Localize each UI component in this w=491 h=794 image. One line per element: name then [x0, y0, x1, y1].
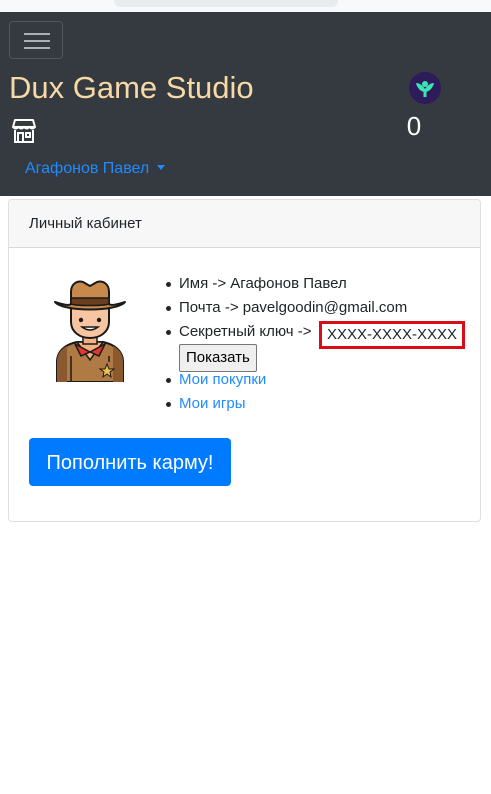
- show-secret-button[interactable]: Показать: [179, 344, 257, 372]
- my-purchases-link[interactable]: Мои покупки: [179, 371, 266, 388]
- name-line: Имя -> Агафонов Павел: [179, 275, 347, 292]
- hamburger-line: [24, 33, 50, 35]
- list-item-email: Почта -> pavelgoodin@gmail.com: [161, 296, 407, 320]
- topup-karma-button[interactable]: Пополнить карму!: [29, 438, 231, 486]
- list-item-name: Имя -> Агафонов Павел: [161, 272, 407, 296]
- store-icon[interactable]: [10, 117, 38, 145]
- navbar-toggler-button[interactable]: [9, 21, 63, 59]
- secret-key-value: XXXX-XXXX-XXXX: [319, 321, 465, 349]
- profile-card: Личный кабинет Имя -> Агафонов Павел Поч…: [8, 199, 481, 522]
- karma-icon[interactable]: [408, 71, 442, 105]
- email-line: Почта -> pavelgoodin@gmail.com: [179, 299, 408, 316]
- hamburger-line: [24, 40, 50, 42]
- secret-key-label: Секретный ключ ->: [179, 323, 312, 340]
- user-dropdown-label: Агафонов Павел: [25, 160, 150, 177]
- address-bar-fragment: [114, 0, 338, 7]
- hamburger-line: [24, 47, 50, 49]
- card-header: Личный кабинет: [9, 200, 480, 248]
- user-dropdown[interactable]: Агафонов Павел: [25, 158, 166, 180]
- my-games-link[interactable]: Мои игры: [179, 395, 246, 412]
- caret-down-icon: [157, 165, 166, 170]
- cowboy-avatar: [54, 280, 126, 382]
- brand-title[interactable]: Dux Game Studio: [9, 70, 254, 106]
- karma-count: 0: [406, 111, 422, 141]
- navbar: Dux Game Studio 0 Агафонов Павел: [0, 12, 491, 196]
- list-item-games: Мои игры: [161, 392, 407, 416]
